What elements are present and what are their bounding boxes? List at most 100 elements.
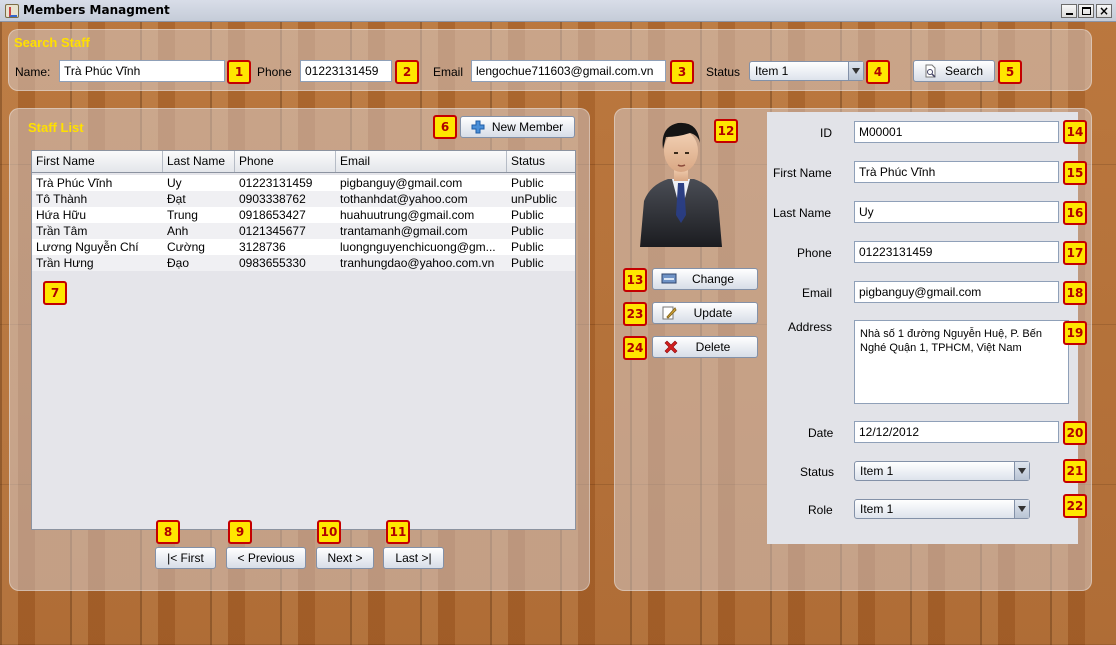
cell-phone: 0918653427: [239, 208, 306, 222]
search-status-label: Status: [706, 65, 741, 79]
cell-email: tranhungdao@yahoo.com.vn: [340, 256, 495, 270]
new-member-button[interactable]: New Member: [460, 116, 575, 138]
search-status-value: Item 1: [755, 64, 789, 78]
cell-last-name: Trung: [167, 208, 198, 222]
badge-19: 19: [1063, 321, 1087, 345]
badge-10: 10: [317, 520, 341, 544]
column-header-phone[interactable]: Phone: [235, 151, 336, 172]
window-title: Members Managment: [23, 3, 170, 17]
phone-field[interactable]: 01223131459: [854, 241, 1059, 263]
change-button-label: Change: [691, 272, 735, 286]
id-field[interactable]: M00001: [854, 121, 1059, 143]
badge-16: 16: [1063, 201, 1087, 225]
badge-12: 12: [714, 119, 738, 143]
next-page-button[interactable]: Next >: [316, 547, 374, 569]
plus-icon: [471, 120, 485, 134]
staff-table-header: First Name Last Name Phone Email Status: [32, 151, 575, 173]
cell-last-name: Đạt: [167, 192, 186, 206]
search-name-input[interactable]: Trà Phúc Vĩnh: [59, 60, 225, 82]
column-header-email[interactable]: Email: [336, 151, 507, 172]
status-label: Status: [800, 465, 835, 479]
role-select[interactable]: Item 1: [854, 499, 1030, 519]
search-status-select[interactable]: Item 1: [749, 61, 864, 81]
member-avatar[interactable]: [638, 115, 724, 247]
table-row[interactable]: Lương Nguyễn Chí Cường 3128736 luongnguy…: [32, 239, 575, 255]
phone-label: Phone: [797, 246, 832, 260]
cell-first-name: Trần Tâm: [36, 224, 88, 238]
search-phone-label: Phone: [257, 65, 292, 79]
address-textarea[interactable]: Nhà số 1 đường Nguyễn Huệ, P. Bến Nghé Q…: [854, 320, 1069, 404]
search-button[interactable]: Search: [913, 60, 995, 82]
badge-2: 2: [395, 60, 419, 84]
cell-status: unPublic: [511, 192, 558, 206]
search-phone-input[interactable]: 01223131459: [300, 60, 392, 82]
column-header-status[interactable]: Status: [507, 151, 575, 172]
staff-list-title: Staff List: [28, 120, 84, 135]
pencil-edit-icon: [662, 306, 677, 320]
cell-last-name: Đạo: [167, 256, 190, 270]
cell-last-name: Anh: [167, 224, 189, 238]
badge-7: 7: [43, 281, 67, 305]
last-name-field[interactable]: Uy: [854, 201, 1059, 223]
previous-page-button[interactable]: < Previous: [226, 547, 306, 569]
badge-22: 22: [1063, 494, 1087, 518]
badge-3: 3: [670, 60, 694, 84]
cell-first-name: Trần Hưng: [36, 256, 94, 270]
maximize-icon: [1082, 7, 1091, 15]
cell-status: Public: [511, 240, 544, 254]
minimize-icon: [1066, 13, 1073, 15]
cell-status: Public: [511, 256, 544, 270]
table-row[interactable]: Hứa Hữu Trung 0918653427 huahuutrung@gma…: [32, 207, 575, 223]
update-button[interactable]: Update: [652, 302, 758, 324]
badge-6: 6: [433, 115, 457, 139]
table-row[interactable]: Trần Hưng Đạo 0983655330 tranhungdao@yah…: [32, 255, 575, 271]
delete-button[interactable]: Delete: [652, 336, 758, 358]
search-name-label: Name:: [15, 65, 51, 79]
table-row[interactable]: Trần Tâm Anh 0121345677 trantamanh@gmail…: [32, 223, 575, 239]
cell-phone: 01223131459: [239, 176, 313, 190]
cell-first-name: Trà Phúc Vĩnh: [36, 176, 113, 190]
date-label: Date: [808, 426, 834, 440]
badge-17: 17: [1063, 241, 1087, 265]
cell-phone: 0983655330: [239, 256, 306, 270]
maximize-button[interactable]: [1078, 4, 1094, 18]
cell-phone: 3128736: [239, 240, 286, 254]
table-row[interactable]: Tô Thành Đạt 0903338762 tothanhdat@yahoo…: [32, 191, 575, 207]
last-page-button[interactable]: Last >|: [383, 547, 444, 569]
email-field[interactable]: pigbanguy@gmail.com: [854, 281, 1059, 303]
cell-email: tothanhdat@yahoo.com: [340, 192, 468, 206]
date-field[interactable]: 12/12/2012: [854, 421, 1059, 443]
title-bar: Members Managment ×: [0, 0, 1116, 22]
badge-5: 5: [998, 60, 1022, 84]
minimize-button[interactable]: [1061, 4, 1077, 18]
cell-first-name: Lương Nguyễn Chí: [36, 240, 139, 254]
update-button-label: Update: [693, 306, 733, 320]
badge-23: 23: [623, 302, 647, 326]
table-row[interactable]: Trà Phúc Vĩnh Uy 01223131459 pigbanguy@g…: [32, 175, 575, 191]
delete-button-label: Delete: [695, 340, 731, 354]
cell-phone: 0121345677: [239, 224, 306, 238]
role-label: Role: [808, 503, 833, 517]
column-header-last-name[interactable]: Last Name: [163, 151, 235, 172]
email-label: Email: [802, 286, 833, 300]
badge-11: 11: [386, 520, 410, 544]
change-button[interactable]: Change: [652, 268, 758, 290]
close-button[interactable]: ×: [1096, 4, 1112, 18]
badge-8: 8: [156, 520, 180, 544]
cell-status: Public: [511, 208, 544, 222]
search-email-input[interactable]: lengochue711603@gmail.com.vn: [471, 60, 666, 82]
first-page-button[interactable]: |< First: [155, 547, 216, 569]
first-name-label: First Name: [773, 166, 832, 180]
last-name-label: Last Name: [773, 206, 832, 220]
staff-table[interactable]: First Name Last Name Phone Email Status …: [31, 150, 576, 530]
close-icon: ×: [1099, 4, 1110, 18]
badge-20: 20: [1063, 421, 1087, 445]
badge-13: 13: [623, 268, 647, 292]
status-select[interactable]: Item 1: [854, 461, 1030, 481]
search-document-icon: [925, 64, 936, 78]
cell-first-name: Tô Thành: [36, 192, 88, 206]
chevron-down-icon: [1014, 500, 1029, 518]
search-section-title: Search Staff: [14, 35, 90, 50]
first-name-field[interactable]: Trà Phúc Vĩnh: [854, 161, 1059, 183]
column-header-first-name[interactable]: First Name: [32, 151, 163, 172]
